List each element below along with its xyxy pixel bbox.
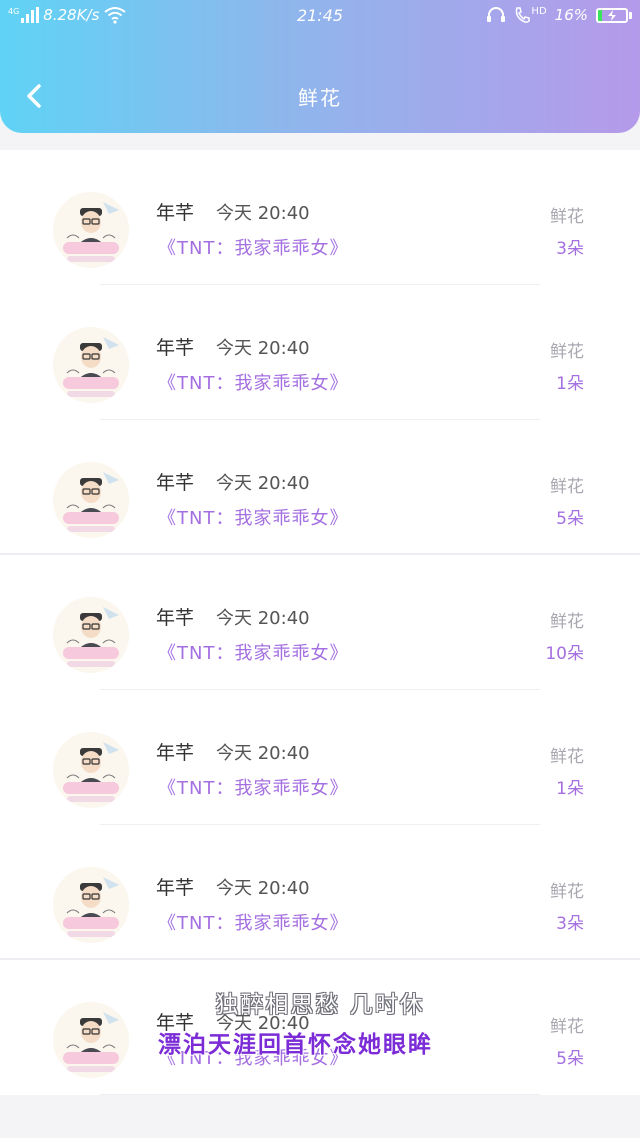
- lyric-overlay-line-2: 漂泊天涯回首怀念她眼眸: [158, 1032, 433, 1058]
- send-time: 今天 20:40: [216, 743, 310, 764]
- gift-type-label: 鲜花: [550, 747, 584, 767]
- send-time: 今天 20:40: [216, 608, 310, 629]
- lyric-overlay-line-1: 独醉相思愁 几时休: [215, 992, 425, 1018]
- divider: [100, 1094, 540, 1095]
- gift-count: 5朵: [556, 1049, 584, 1069]
- avatar[interactable]: [53, 192, 129, 268]
- gift-type-label: 鲜花: [550, 342, 584, 362]
- battery-percent: 16%: [554, 6, 588, 24]
- sender-name: 年芊: [156, 472, 195, 494]
- send-time: 今天 20:40: [216, 473, 310, 494]
- gift-count: 5朵: [556, 509, 584, 529]
- gift-count: 1朵: [556, 779, 584, 799]
- list-item[interactable]: 年芊 今天 20:40 《TNT：我家乖乖女》 鲜花 3朵: [0, 825, 640, 960]
- sender-name: 年芊: [156, 607, 195, 629]
- gift-count: 1朵: [556, 374, 584, 394]
- list-item[interactable]: 年芊 今天 20:40 《TNT：我家乖乖女》 鲜花 5朵: [0, 420, 640, 555]
- gift-count: 3朵: [556, 239, 584, 259]
- phone-icon: [516, 7, 531, 23]
- header-bar: 4G 8.28K/s 21:45 HD 16% 鲜花: [0, 0, 640, 133]
- list-item[interactable]: 年芊 今天 20:40 《TNT：我家乖乖女》 鲜花 1朵: [0, 690, 640, 825]
- gift-count: 10朵: [545, 644, 584, 664]
- book-title-link[interactable]: 《TNT：我家乖乖女》: [158, 369, 348, 395]
- gift-record-list: 年芊 今天 20:40 《TNT：我家乖乖女》 鲜花 3朵 年芊 今天 20:40 《TNT：…: [0, 150, 640, 1095]
- list-item[interactable]: 年芊 今天 20:40 《TNT：我家乖乖女》 鲜花 1朵: [0, 285, 640, 420]
- gift-type-label: 鲜花: [550, 207, 584, 227]
- avatar[interactable]: [53, 732, 129, 808]
- page-title: 鲜花: [298, 86, 342, 110]
- list-item[interactable]: 年芊 今天 20:40 《TNT：我家乖乖女》 鲜花 3朵: [0, 150, 640, 285]
- gift-type-label: 鲜花: [550, 882, 584, 902]
- avatar[interactable]: [53, 597, 129, 673]
- book-title-link[interactable]: 《TNT：我家乖乖女》: [158, 774, 348, 800]
- send-time: 今天 20:40: [216, 338, 310, 359]
- book-title-link[interactable]: 《TNT：我家乖乖女》: [158, 234, 348, 260]
- headset-icon: [487, 7, 506, 22]
- book-title-link[interactable]: 《TNT：我家乖乖女》: [158, 639, 348, 665]
- avatar[interactable]: [53, 462, 129, 538]
- battery-icon: [596, 7, 632, 23]
- list-item[interactable]: 年芊 今天 20:40 《TNT：我家乖乖女》 鲜花 10朵: [0, 555, 640, 690]
- hd-call-indicator: HD: [514, 6, 547, 24]
- avatar[interactable]: [53, 867, 129, 943]
- book-title-link[interactable]: 《TNT：我家乖乖女》: [158, 909, 348, 935]
- sender-name: 年芊: [156, 202, 195, 224]
- sender-name: 年芊: [156, 337, 195, 359]
- sender-name: 年芊: [156, 742, 195, 764]
- gift-type-label: 鲜花: [550, 612, 584, 632]
- send-time: 今天 20:40: [216, 878, 310, 899]
- avatar[interactable]: [53, 327, 129, 403]
- book-title-link[interactable]: 《TNT：我家乖乖女》: [158, 504, 348, 530]
- sender-name: 年芊: [156, 877, 195, 899]
- gift-type-label: 鲜花: [550, 477, 584, 497]
- gift-count: 3朵: [556, 914, 584, 934]
- send-time: 今天 20:40: [216, 203, 310, 224]
- status-bar: 4G 8.28K/s 21:45 HD 16%: [0, 0, 640, 32]
